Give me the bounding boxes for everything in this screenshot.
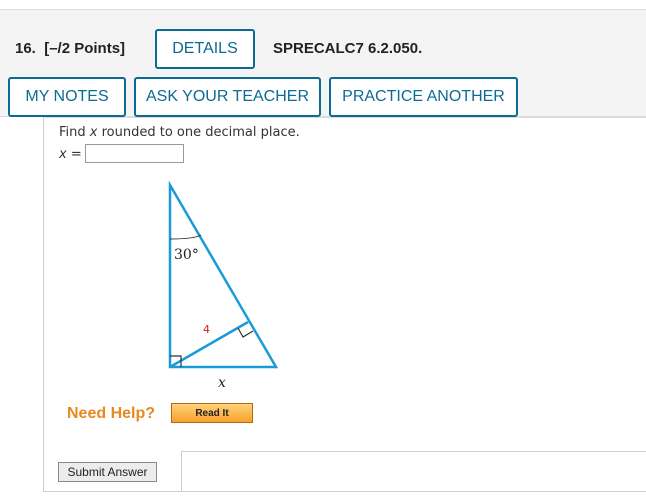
- answer-input[interactable]: [85, 144, 184, 163]
- right-angle-marker-foot: [237, 327, 254, 338]
- angle-label: 30°: [174, 247, 199, 263]
- need-help-label: Need Help?: [67, 405, 156, 422]
- problem-prompt: Find x rounded to one decimal place.: [59, 125, 300, 140]
- submit-answer-button[interactable]: Submit Answer: [58, 462, 157, 482]
- divider: [44, 117, 646, 118]
- read-it-button[interactable]: Read It: [171, 403, 253, 423]
- altitude-label: 4: [203, 323, 210, 336]
- question-code: SPRECALC7 6.2.050.: [273, 40, 423, 57]
- question-number: 16. [–/2 Points]: [15, 40, 126, 57]
- triangle-figure: 30° 4 x: [168, 180, 279, 391]
- question-content: Find x rounded to one decimal place. x =…: [43, 117, 646, 492]
- points-label: [–/2 Points]: [44, 40, 126, 57]
- angle-arc: [169, 234, 202, 240]
- triangle-outline: [168, 180, 279, 369]
- base-label: x: [218, 375, 226, 391]
- practice-another-button[interactable]: PRACTICE ANOTHER: [329, 77, 518, 117]
- question-header: 16. [–/2 Points] DETAILS SPRECALC7 6.2.0…: [0, 9, 646, 117]
- details-button[interactable]: DETAILS: [155, 29, 255, 69]
- divider: [181, 451, 646, 452]
- ask-teacher-button[interactable]: ASK YOUR TEACHER: [134, 77, 321, 117]
- answer-label: x =: [59, 147, 82, 162]
- divider: [181, 451, 182, 492]
- my-notes-button[interactable]: MY NOTES: [8, 77, 126, 117]
